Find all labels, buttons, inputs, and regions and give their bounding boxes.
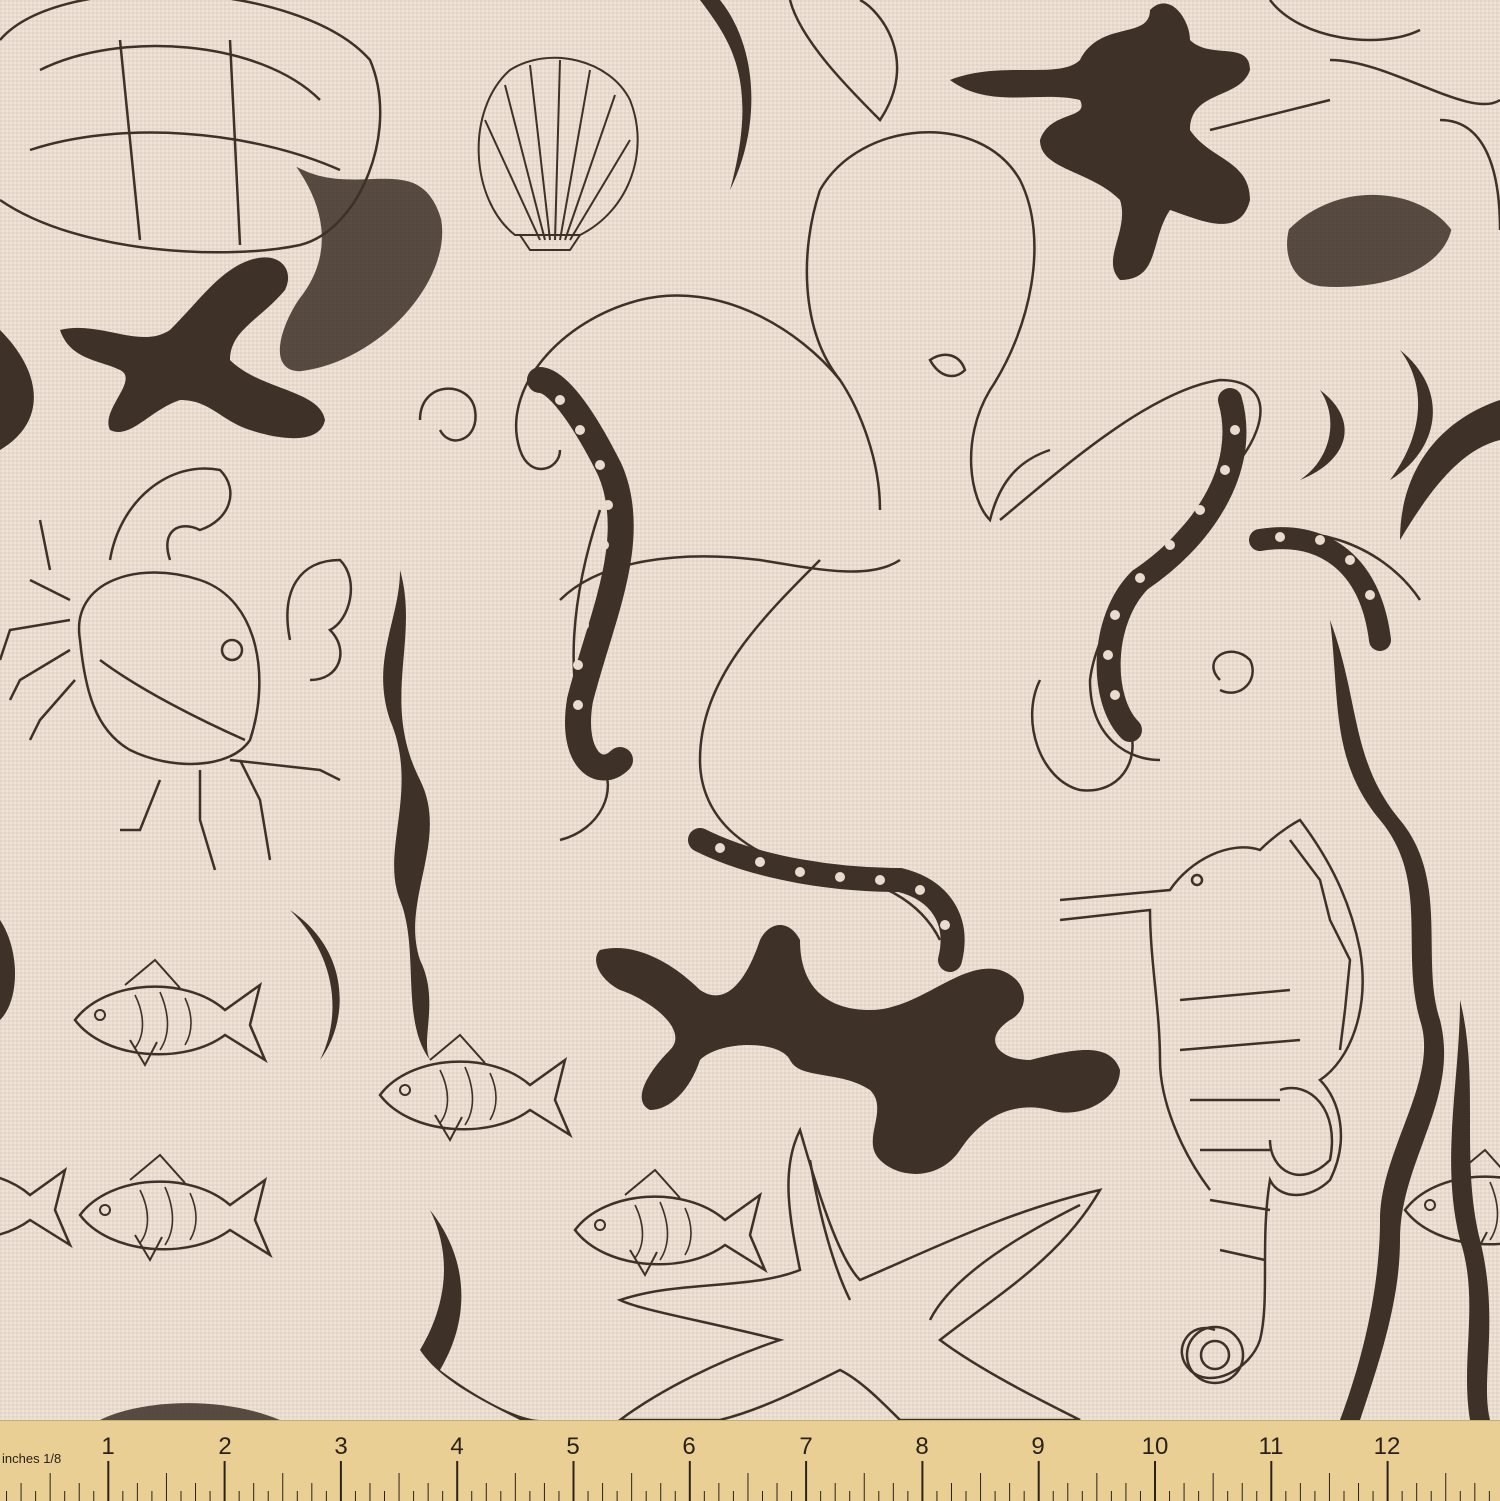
fabric-pattern-illustration [0,0,1500,1420]
ruler-unit-label: inches 1/8 [2,1451,62,1466]
ruler-number-10: 10 [1141,1433,1169,1460]
ruler-number-11: 11 [1258,1433,1284,1460]
ruler-number-4: 4 [450,1433,464,1460]
ruler-number-5: 5 [566,1433,580,1460]
ruler-number-12: 12 [1373,1433,1401,1460]
ruler-number-1: 1 [101,1433,115,1460]
ruler-number-3: 3 [334,1433,348,1460]
ruler-number-2: 2 [218,1433,232,1460]
ruler-number-6: 6 [682,1433,696,1460]
ruler-number-9: 9 [1031,1433,1045,1460]
ruler-number-8: 8 [915,1433,929,1460]
ruler-number-7: 7 [799,1433,813,1460]
measuring-ruler: inches 1/8 1 2 3 4 5 6 7 8 9 10 11 12 [0,1420,1500,1501]
